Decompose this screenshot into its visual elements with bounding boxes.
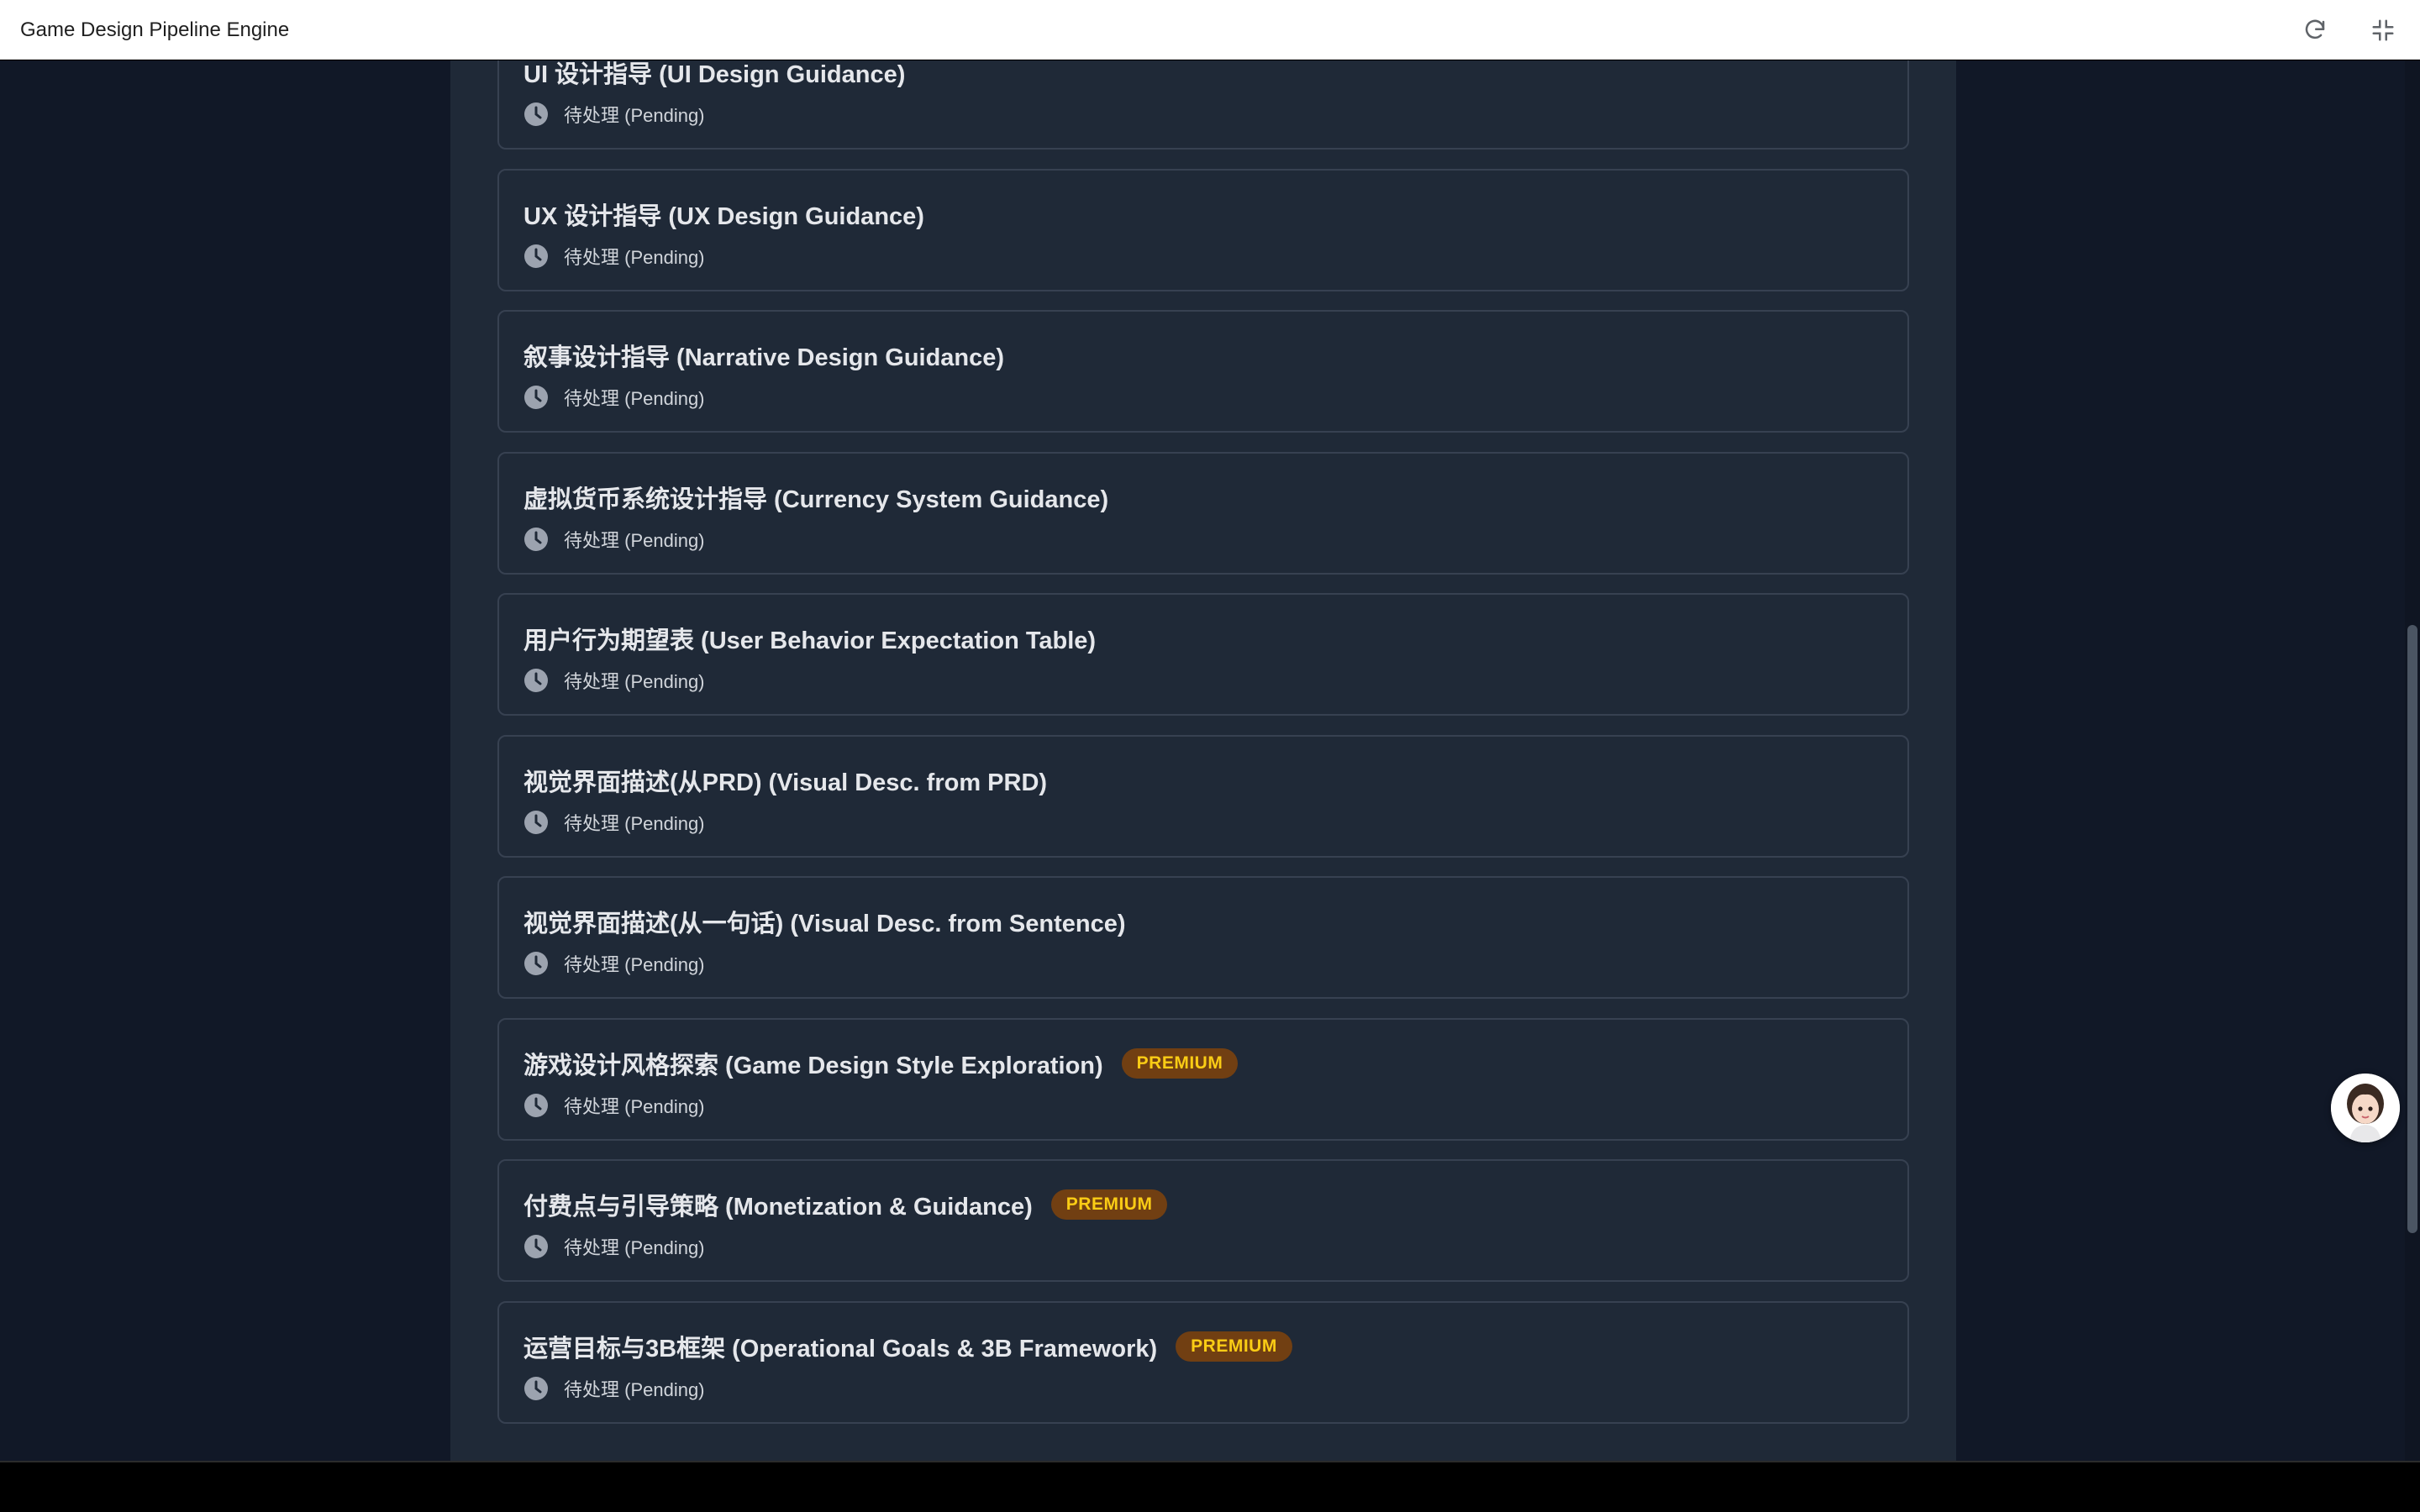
task-card-header: 游戏设计风格探索 (Game Design Style Exploration)… <box>523 1045 1239 1082</box>
task-title: 用户行为期望表 (User Behavior Expectation Table… <box>523 627 1097 654</box>
app-title: Game Design Pipeline Engine <box>20 18 290 41</box>
task-card[interactable]: 游戏设计风格探索 (Game Design Style Exploration)… <box>497 1018 1909 1141</box>
content-viewport: UI 设计指导 (UI Design Guidance) 待处理 (Pending… <box>0 60 2420 1461</box>
task-status: 待处理 (Pending) <box>523 1093 705 1118</box>
task-card[interactable]: UX 设计指导 (UX Design Guidance) 待处理 (Pending… <box>497 169 1909 291</box>
refresh-icon[interactable] <box>2299 14 2331 46</box>
task-status-label: 待处理 (Pending) <box>564 954 705 975</box>
task-card-header: UI 设计指导 (UI Design Guidance) <box>523 60 905 91</box>
task-card[interactable]: 付费点与引导策略 (Monetization & Guidance) PREMIU… <box>497 1159 1909 1282</box>
clock-icon <box>524 1094 548 1117</box>
task-status: 待处理 (Pending) <box>523 668 705 693</box>
task-title: UX 设计指导 (UX Design Guidance) <box>523 203 924 230</box>
task-title: 视觉界面描述(从一句话) (Visual Desc. from Sentence… <box>523 911 1126 937</box>
task-card[interactable]: 视觉界面描述(从一句话) (Visual Desc. from Sentence… <box>497 876 1909 999</box>
clock-icon <box>524 669 548 692</box>
task-card-header: UX 设计指导 (UX Design Guidance) <box>523 196 924 233</box>
task-status-label: 待处理 (Pending) <box>564 1379 705 1400</box>
task-status-label: 待处理 (Pending) <box>564 1096 705 1117</box>
task-title: 游戏设计风格探索 (Game Design Style Exploration) <box>523 1053 1103 1079</box>
clock-icon <box>524 811 548 834</box>
task-status-label: 待处理 (Pending) <box>564 813 705 834</box>
clock-icon <box>524 528 548 551</box>
clock-icon <box>524 386 548 409</box>
title-bar: Game Design Pipeline Engine <box>0 0 2420 60</box>
task-card[interactable]: 运营目标与3B框架 (Operational Goals & 3B Framew… <box>497 1301 1909 1424</box>
task-status: 待处理 (Pending) <box>523 951 705 976</box>
task-card-header: 视觉界面描述(从PRD) (Visual Desc. from PRD) <box>523 762 1047 799</box>
task-status-label: 待处理 (Pending) <box>564 1237 705 1258</box>
task-status-label: 待处理 (Pending) <box>564 388 705 409</box>
clock-icon <box>524 1235 548 1258</box>
task-card-header: 视觉界面描述(从一句话) (Visual Desc. from Sentence… <box>523 903 1126 940</box>
task-status: 待处理 (Pending) <box>523 1376 705 1401</box>
task-card-header: 虚拟货币系统设计指导 (Currency System Guidance) <box>523 479 1108 516</box>
clock-icon <box>524 244 548 268</box>
task-card[interactable]: 叙事设计指导 (Narrative Design Guidance) 待处理 (P… <box>497 310 1909 433</box>
task-card-header: 运营目标与3B框架 (Operational Goals & 3B Framew… <box>523 1328 1292 1365</box>
task-card-header: 付费点与引导策略 (Monetization & Guidance) PREMIU… <box>523 1186 1168 1223</box>
task-title: UI 设计指导 (UI Design Guidance) <box>523 61 906 88</box>
collapse-icon[interactable] <box>2367 14 2399 46</box>
task-panel: UI 设计指导 (UI Design Guidance) 待处理 (Pending… <box>450 60 1956 1461</box>
task-card-header: 叙事设计指导 (Narrative Design Guidance) <box>523 337 1004 374</box>
task-title: 叙事设计指导 (Narrative Design Guidance) <box>523 344 1005 371</box>
task-status: 待处理 (Pending) <box>523 527 705 552</box>
assistant-avatar[interactable] <box>2331 1074 2400 1142</box>
task-card[interactable]: UI 设计指导 (UI Design Guidance) 待处理 (Pending… <box>497 60 1909 150</box>
premium-badge: PREMIUM <box>1176 1331 1292 1362</box>
clock-icon <box>524 952 548 975</box>
task-status: 待处理 (Pending) <box>523 1234 705 1259</box>
task-title: 付费点与引导策略 (Monetization & Guidance) <box>523 1194 1033 1221</box>
task-status: 待处理 (Pending) <box>523 102 705 127</box>
task-title: 虚拟货币系统设计指导 (Currency System Guidance) <box>523 486 1109 513</box>
premium-badge: PREMIUM <box>1121 1048 1239 1079</box>
task-title: 视觉界面描述(从PRD) (Visual Desc. from PRD) <box>523 769 1048 796</box>
assistant-avatar-icon <box>2331 1074 2400 1142</box>
bottom-bar <box>0 1461 2420 1512</box>
task-title: 运营目标与3B框架 (Operational Goals & 3B Framew… <box>523 1336 1158 1362</box>
clock-icon <box>524 1377 548 1400</box>
task-status-label: 待处理 (Pending) <box>564 247 705 268</box>
task-status: 待处理 (Pending) <box>523 810 705 835</box>
task-status-label: 待处理 (Pending) <box>564 671 705 692</box>
task-status-label: 待处理 (Pending) <box>564 105 705 126</box>
task-status-label: 待处理 (Pending) <box>564 530 705 551</box>
scrollbar-thumb[interactable] <box>2407 625 2417 1233</box>
clock-icon <box>524 102 548 126</box>
task-status: 待处理 (Pending) <box>523 244 705 269</box>
task-card[interactable]: 视觉界面描述(从PRD) (Visual Desc. from PRD) 待处理 … <box>497 735 1909 858</box>
task-card[interactable]: 虚拟货币系统设计指导 (Currency System Guidance) 待处理… <box>497 452 1909 575</box>
task-status: 待处理 (Pending) <box>523 385 705 410</box>
task-card[interactable]: 用户行为期望表 (User Behavior Expectation Table… <box>497 593 1909 716</box>
task-card-header: 用户行为期望表 (User Behavior Expectation Table… <box>523 620 1096 657</box>
premium-badge: PREMIUM <box>1050 1189 1168 1220</box>
